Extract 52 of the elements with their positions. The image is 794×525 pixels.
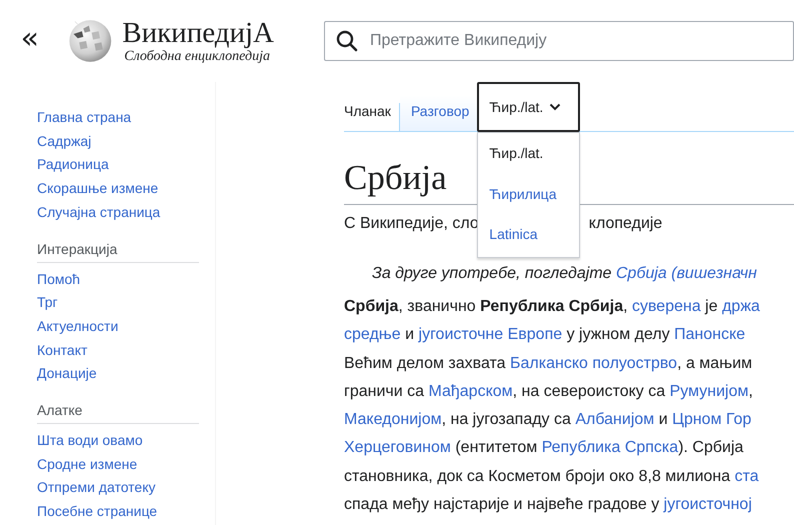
sidebar-link[interactable]: Посебне странице: [37, 500, 215, 524]
sidebar-link[interactable]: Сродне измене: [37, 452, 215, 476]
link[interactable]: југоисточне Европе: [418, 326, 562, 344]
site-wordmark: ВикипедијА: [122, 17, 274, 49]
sidebar-heading: Алатке: [37, 402, 199, 424]
sidebar-link[interactable]: Случајна страница: [37, 200, 215, 225]
paragraph-line: граничи са Мађарском, на североистоку са Румунијом,: [344, 382, 754, 402]
link[interactable]: Херцеговином: [344, 439, 451, 456]
link[interactable]: Србија (вишезначн: [616, 265, 757, 282]
sidebar-link[interactable]: Помоћ: [37, 268, 215, 292]
collapse-menu-button[interactable]: «: [18, 24, 42, 58]
hatnote: За друге употребе, погледајте Србија (вишезначн: [372, 265, 758, 283]
sidebar-link[interactable]: Шта води овамо: [37, 429, 215, 453]
caret-icon: [549, 103, 562, 111]
page-subtitle: клопедије: [588, 215, 662, 233]
sidebar-link[interactable]: Главна страна: [37, 106, 215, 130]
sidebar-link[interactable]: Радионица: [37, 153, 215, 178]
link[interactable]: Република Српска: [542, 439, 678, 456]
paragraph-line: Већим делом захвата Балканско полуострво, а мањим: [344, 354, 754, 374]
paragraph-line: Македонијом, на југозападу са Албанијом и Црном Гор: [344, 410, 752, 430]
sidebar-link[interactable]: Контакт: [37, 338, 215, 362]
link[interactable]: Панонске: [674, 326, 746, 344]
link[interactable]: ста: [734, 468, 759, 485]
sidebar-link[interactable]: Трг: [37, 291, 215, 315]
sidebar-link[interactable]: Скорашње измене: [37, 177, 215, 201]
menu-item[interactable]: Latinica: [478, 214, 580, 254]
search-field[interactable]: Претражите Википедију: [324, 21, 794, 61]
paragraph-line: становника, док са Косметом броји око 8,8 милиона ста: [344, 466, 760, 487]
link[interactable]: Балканско полуострво: [510, 354, 678, 372]
link[interactable]: суверена: [632, 298, 701, 315]
paragraph-line: средње и југоисточне Европе у јужном делу Панонске: [344, 325, 746, 346]
search-icon: [335, 29, 359, 53]
menu-item[interactable]: Ћир./lat.: [478, 133, 580, 174]
link[interactable]: Мађарском: [428, 382, 513, 400]
paragraph-line: Србија, званично Република Србија, суверена је држа: [344, 297, 761, 317]
link[interactable]: Македонијом: [344, 411, 442, 428]
site-tagline: Слободна енциклопедија: [124, 49, 271, 65]
sidebar-link[interactable]: Отпреми датотеку: [37, 476, 215, 500]
link[interactable]: Албанијом: [575, 411, 654, 428]
menu-item[interactable]: Ћирилица: [478, 174, 580, 214]
sidebar-heading: Интеракција: [37, 240, 199, 263]
link[interactable]: Румунијом: [670, 382, 748, 400]
variant-dropdown[interactable]: Ћир./lat.: [477, 82, 580, 132]
link[interactable]: југоисточној: [664, 496, 752, 514]
link[interactable]: Црном Гор: [672, 411, 752, 428]
link[interactable]: средње: [344, 326, 401, 344]
paragraph-line: спада међу најстарије и највеће градове у југоисточној: [344, 495, 753, 516]
sidebar-link[interactable]: Донације: [37, 362, 215, 386]
sidebar-link[interactable]: Актуелности: [37, 314, 215, 339]
paragraph-line: Херцеговином (ентитетом Република Српска). Србија: [344, 438, 744, 458]
sidebar-link[interactable]: Садржај: [37, 130, 215, 154]
link[interactable]: држа: [722, 298, 760, 315]
